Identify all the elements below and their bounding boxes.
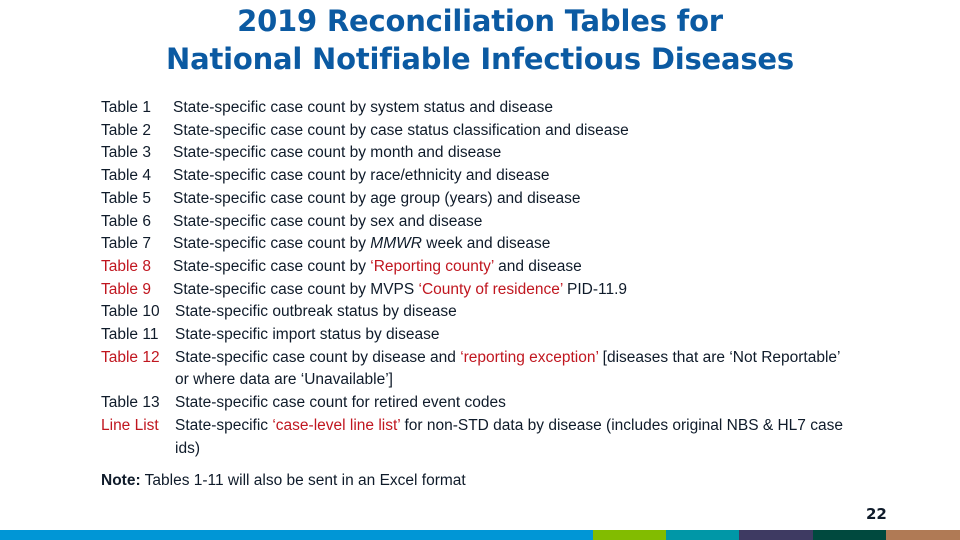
table-list-row: Table 13 State-specific case count for re… <box>101 392 861 415</box>
highlighted-term: ‘case-level line list’ <box>272 416 401 434</box>
table-list-row: Line List State-specific ‘case-level line… <box>101 415 861 460</box>
description-text: State-specific case count by age group (… <box>173 189 581 207</box>
footer-bar-segment-6 <box>886 530 960 540</box>
row-label: Table 13 <box>101 394 160 412</box>
note: Note: Tables 1-11 will also be sent in a… <box>101 470 466 492</box>
description-text: PID-11.9 <box>562 280 628 298</box>
slide-title: 2019 Reconciliation Tables for National … <box>0 2 960 78</box>
row-label: Line List <box>101 416 159 434</box>
row-description: State-specific case count by MVPS ‘Count… <box>173 279 853 302</box>
row-description: State-specific case count by case status… <box>173 120 853 143</box>
table-list-row: Table 2 State-specific case count by case… <box>101 120 861 143</box>
description-text: State-specific case count by disease and <box>175 348 461 366</box>
table-list-row: Table 11 State-specific import status by … <box>101 324 861 347</box>
description-text: week and disease <box>421 235 551 253</box>
table-list-row: Table 7 State-specific case count by MMWR… <box>101 233 861 256</box>
row-description: State-specific case count for retired ev… <box>175 392 855 415</box>
description-text: State-specific case count by system stat… <box>173 99 553 116</box>
row-description: State-specific case count by disease and… <box>175 347 855 392</box>
footer-bar-segment-2 <box>593 530 666 540</box>
highlighted-term: ‘reporting exception’ <box>460 348 599 366</box>
highlighted-term: ‘County of residence’ <box>418 280 563 298</box>
description-text: State-specific case count by month and d… <box>173 144 502 162</box>
row-label: Table 8 <box>101 257 151 275</box>
description-text: MMWR <box>370 235 422 253</box>
footer-bar-segment-3 <box>666 530 739 540</box>
description-text: State-specific outbreak status by diseas… <box>175 303 457 321</box>
note-text: Tables 1-11 will also be sent in an Exce… <box>140 472 466 489</box>
description-text: State-specific import status by disease <box>175 326 440 344</box>
table-list-row: Table 9 State-specific case count by MVPS… <box>101 279 861 302</box>
row-label: Table 12 <box>101 348 160 366</box>
row-label: Table 10 <box>101 303 160 321</box>
footer-bar-segment-5 <box>813 530 886 540</box>
description-text: State-specific case count by <box>173 257 371 275</box>
row-description: State-specific outbreak status by diseas… <box>175 301 855 324</box>
description-text: State-specific case count by race/ethnic… <box>173 167 550 185</box>
row-label: Table 2 <box>101 121 151 139</box>
row-description: State-specific import status by disease <box>175 324 855 347</box>
row-description: State-specific ‘case-level line list’ fo… <box>175 415 855 460</box>
description-text: State-specific <box>175 416 273 434</box>
table-list-row: Table 1 State-specific case count by syst… <box>101 97 861 120</box>
row-label: Table 11 <box>101 326 159 344</box>
row-label: Table 1 <box>101 99 151 116</box>
description-text: State-specific case count for retired ev… <box>175 394 506 412</box>
row-label: Table 7 <box>101 235 151 253</box>
description-text: State-specific case count by case status… <box>173 121 629 139</box>
table-list-row: Table 6 State-specific case count by sex … <box>101 211 861 234</box>
row-description: State-specific case count by race/ethnic… <box>173 165 853 188</box>
row-description: State-specific case count by MMWR week a… <box>173 233 853 256</box>
title-line-1: 2019 Reconciliation Tables for <box>237 4 723 38</box>
table-list-row: Table 5 State-specific case count by age … <box>101 188 861 211</box>
row-label: Table 5 <box>101 189 151 207</box>
table-list-row: Table 4 State-specific case count by race… <box>101 165 861 188</box>
description-text: State-specific case count by <box>173 235 371 253</box>
row-label: Table 9 <box>101 280 151 298</box>
highlighted-term: ‘Reporting county’ <box>370 257 494 275</box>
row-description: State-specific case count by month and d… <box>173 142 853 165</box>
note-label: Note: <box>101 472 141 489</box>
row-description: State-specific case count by sex and dis… <box>173 211 853 234</box>
footer-bar-segment-1 <box>0 530 593 540</box>
row-description: State-specific case count by system stat… <box>173 97 853 120</box>
table-list-row: Table 3 State-specific case count by mont… <box>101 142 861 165</box>
table-list: Table 1 State-specific case count by syst… <box>101 97 861 460</box>
description-text: State-specific case count by sex and dis… <box>173 212 483 230</box>
table-list-row: Table 10 State-specific outbreak status b… <box>101 301 861 324</box>
description-text: State-specific case count by MVPS <box>173 280 419 298</box>
description-text: and disease <box>493 257 582 275</box>
row-label: Table 6 <box>101 212 151 230</box>
row-label: Table 4 <box>101 167 151 185</box>
footer-bar-segment-4 <box>739 530 813 540</box>
title-line-2: National Notifiable Infectious Diseases <box>166 42 794 76</box>
table-list-row: Table 8 State-specific case count by ‘Rep… <box>101 256 861 279</box>
row-label: Table 3 <box>101 144 151 162</box>
table-list-row: Table 12 State-specific case count by dis… <box>101 347 861 392</box>
row-description: State-specific case count by age group (… <box>173 188 853 211</box>
row-description: State-specific case count by ‘Reporting … <box>173 256 853 279</box>
page-number: 22 <box>866 505 887 523</box>
